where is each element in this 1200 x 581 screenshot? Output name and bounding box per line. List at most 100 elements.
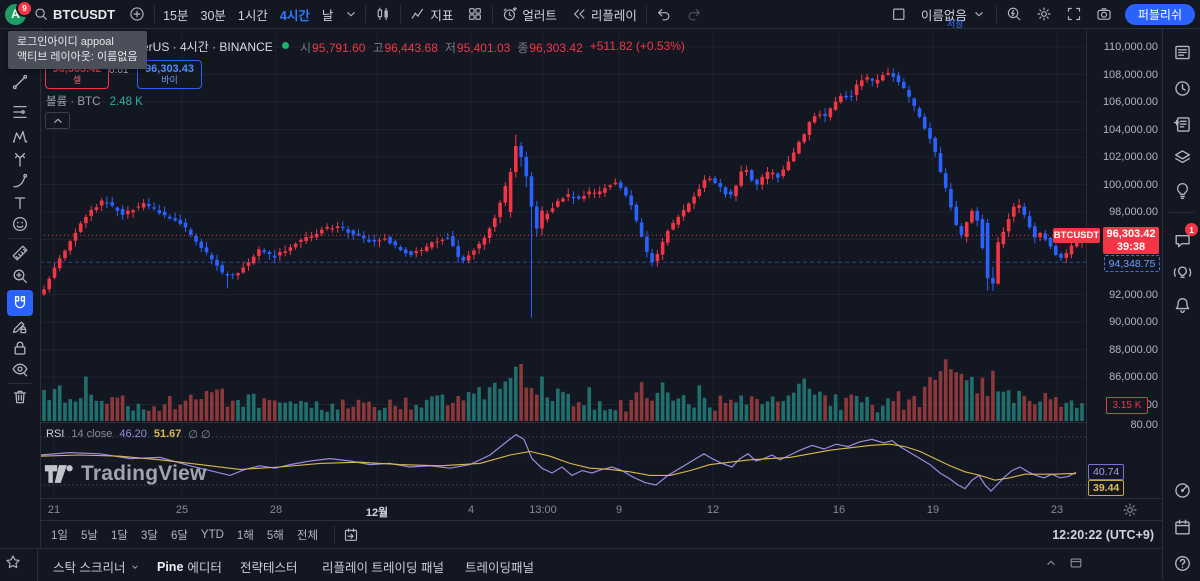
range-buttons: 1일 5날 1달 3달 6달 YTD 1해 5해 전체 [40, 524, 326, 546]
sidebar-help-icon[interactable] [1170, 551, 1194, 575]
remove-all-icon[interactable] [7, 384, 33, 410]
rsi-ma-axis-label: 39.44 [1088, 479, 1125, 496]
price-scale-label-110000: 110,000.00 [1103, 41, 1158, 53]
buy-button[interactable]: 96,303.43 바이 [137, 60, 202, 89]
layout-select-button[interactable] [884, 0, 914, 28]
timeframe-4시간[interactable]: 4시간 [274, 0, 316, 28]
high-label: 고 [372, 41, 384, 55]
favorites-star-icon[interactable] [5, 554, 21, 570]
redo-button[interactable] [679, 0, 709, 28]
range-3달[interactable]: 3달 [136, 524, 163, 546]
close-label: 종 [517, 41, 529, 55]
settings-button[interactable] [1029, 0, 1059, 28]
trend-line-icon[interactable] [7, 69, 33, 95]
replay-icon [571, 6, 587, 22]
hide-all-icon[interactable] [7, 356, 33, 382]
tab-리플레이 트레이딩 패널[interactable]: 리플레이 트레이딩 패널 [322, 557, 444, 576]
rsi-legend[interactable]: RSI 14 close 46.20 51.67 ∅ ∅ [46, 428, 211, 441]
alert-price-label[interactable]: 94,348.75 [1104, 255, 1160, 273]
price-scale-label-92000: 92,000.00 [1109, 288, 1158, 301]
snapshot-button[interactable] [1089, 0, 1119, 28]
panel-expand-chevron-icon[interactable] [1043, 555, 1059, 576]
sidebar-idea-bulb-icon[interactable] [1170, 178, 1194, 202]
range-전체[interactable]: 전체 [292, 524, 323, 546]
emoji-icon[interactable] [7, 211, 33, 237]
range-5해[interactable]: 5해 [262, 524, 289, 546]
price-scale[interactable]: 110,000.00 108,000.00 106,000.00 104,000.00… [1086, 28, 1163, 520]
quick-search-button[interactable] [999, 0, 1029, 28]
chart-style-button[interactable] [368, 0, 398, 28]
time-axis[interactable]: 21 25 28 12월 4 13:00 9 12 16 19 23 [40, 498, 1162, 521]
toolbar-divider [995, 5, 997, 23]
range-5날[interactable]: 5날 [76, 524, 103, 546]
sidebar-target-icon[interactable] [1170, 478, 1194, 502]
timeframe-날[interactable]: 날 [316, 0, 340, 28]
volume-legend[interactable]: 볼륨 · BTC 2.48 K [46, 93, 143, 109]
axis-settings-gear-icon[interactable] [1122, 502, 1138, 518]
symbol-search[interactable]: BTCUSDT [26, 0, 122, 28]
indicators-button[interactable]: 지표 [403, 0, 460, 28]
zoom-in-icon[interactable] [7, 263, 33, 289]
timeframe-menu-button[interactable] [339, 0, 363, 28]
indicators-label: 지표 [430, 8, 454, 23]
tab-트레이딩패널[interactable]: 트레이딩패널 [465, 557, 534, 576]
clock-display[interactable]: 12:20:22 (UTC+9) [1052, 528, 1154, 542]
range-1일[interactable]: 1일 [46, 524, 73, 546]
range-1달[interactable]: 1달 [106, 524, 133, 546]
drawing-toolbar [0, 28, 41, 548]
sidebar-object-tree-icon[interactable] [1170, 145, 1194, 169]
undo-icon [656, 6, 672, 22]
search-icon [33, 6, 49, 22]
timeframe-1시간[interactable]: 1시간 [232, 0, 274, 28]
replay-button[interactable]: 리플레이 [564, 0, 644, 28]
price-scale-label-108000: 108,000.00 [1102, 68, 1158, 81]
tab-전략테스터[interactable]: 전략테스터 [240, 557, 298, 576]
sidebar-watchlist-icon[interactable] [1170, 40, 1194, 64]
tabs-divider [37, 549, 38, 581]
chevron-down-icon [971, 6, 987, 22]
price-scale-label-100000: 100,000.00 [1102, 178, 1158, 191]
range-1해[interactable]: 1해 [232, 524, 259, 546]
sidebar-alerts-clock-icon[interactable] [1170, 76, 1194, 100]
add-symbol-button[interactable] [122, 0, 152, 28]
buy-label: 바이 [161, 74, 178, 85]
sidebar-notifications-bell-icon[interactable] [1170, 293, 1194, 317]
timeframe-30분[interactable]: 30분 [195, 0, 232, 28]
range-divider [334, 526, 336, 544]
indicator-templates-button[interactable] [460, 0, 490, 28]
alert-button[interactable]: 얼러트 [495, 0, 564, 28]
rsi-name: RSI [46, 428, 65, 440]
panel-restore-icon[interactable] [1068, 555, 1084, 576]
tab-Pine-에디터[interactable]: Pine 에디터 [157, 557, 222, 576]
chat-badge: 1 [1185, 223, 1198, 236]
plus-circle-icon [129, 6, 145, 22]
timeframe-15분[interactable]: 15분 [157, 0, 194, 28]
tradingview-logo-icon [44, 465, 73, 483]
close-value: 96,303.42 [529, 41, 583, 55]
fib-retracement-icon[interactable] [7, 99, 33, 125]
range-YTD[interactable]: YTD [196, 526, 229, 544]
legend-collapse-button[interactable] [45, 112, 70, 129]
tab-스탁 스크리너[interactable]: 스탁 스크리너 [53, 557, 141, 576]
range-6달[interactable]: 6달 [166, 524, 193, 546]
goto-date-icon[interactable] [343, 527, 359, 543]
sidebar-chat-icon[interactable]: 1 [1170, 223, 1198, 252]
publish-button[interactable]: 퍼블리쉬 [1124, 3, 1195, 25]
rsi-params: 14 close [71, 428, 113, 440]
rsi-line-value: 46.20 [119, 428, 147, 440]
rsi-ma-value: 51.67 [153, 428, 182, 440]
sidebar-streams-bulb-icon[interactable] [1170, 260, 1194, 284]
candle-countdown: 39:38 [1116, 240, 1146, 253]
user-avatar[interactable]: A 9 [5, 0, 33, 25]
main-chart[interactable] [40, 28, 1086, 520]
time-tick-4: 4 [467, 504, 475, 516]
sidebar-journal-plus-icon[interactable] [1170, 112, 1194, 136]
undo-button[interactable] [649, 0, 679, 28]
sidebar-calendar-icon[interactable] [1170, 515, 1194, 539]
time-tick-23: 23 [1050, 504, 1064, 516]
fullscreen-button[interactable] [1059, 0, 1089, 28]
save-hint-label: 저장 [947, 19, 964, 29]
bottom-tabs-row: 스탁 스크리너 Pine 에디터 전략테스터 리플레이 트레이딩 패널 트레이딩패널 [0, 548, 1162, 581]
sidebar-divider [1169, 212, 1195, 213]
chart-legend[interactable]: erUS · 4시간 · BINANCE [142, 38, 273, 55]
